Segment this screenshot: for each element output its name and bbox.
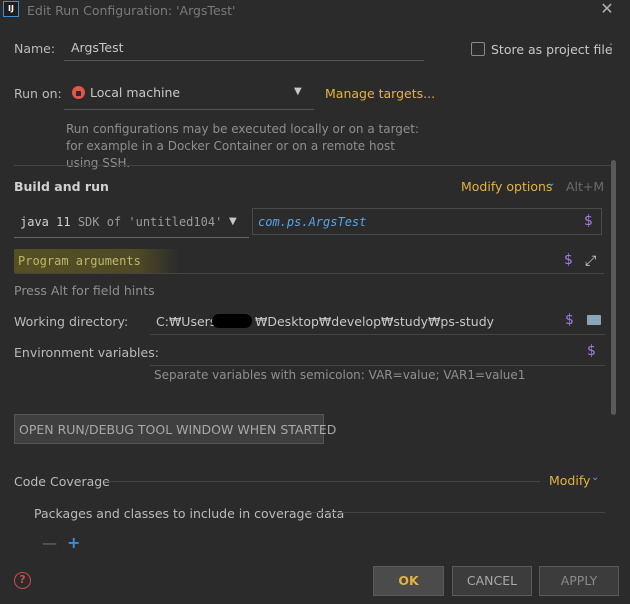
- jre-version: java 11: [20, 215, 71, 229]
- ok-button[interactable]: OK: [373, 566, 444, 596]
- chevron-down-icon[interactable]: ⌄: [591, 472, 599, 483]
- modify-options-shortcut: Alt+M: [566, 179, 605, 194]
- apply-button[interactable]: APPLY: [539, 566, 619, 596]
- cancel-button[interactable]: CANCEL: [452, 566, 532, 596]
- field-hint-text: Press Alt for field hints: [14, 283, 155, 298]
- section-divider: [104, 481, 540, 482]
- build-and-run-heading: Build and run: [14, 179, 109, 194]
- environment-variables-label: Environment variables:: [14, 345, 159, 360]
- jre-select[interactable]: java 11 SDK of 'untitled104' ▼: [14, 208, 249, 238]
- modify-options-link[interactable]: Modify options: [461, 179, 552, 194]
- store-as-project-file-checkbox[interactable]: [471, 42, 485, 56]
- insert-macro-icon[interactable]: $: [564, 252, 573, 268]
- insert-macro-icon[interactable]: $: [584, 213, 593, 229]
- open-run-debug-tool-window-option[interactable]: OPEN RUN/DEBUG TOOL WINDOW WHEN STARTED: [14, 414, 336, 444]
- insert-macro-icon[interactable]: $: [565, 312, 574, 328]
- dropdown-caret-icon: ▼: [294, 86, 302, 97]
- jre-sdk: SDK of 'untitled104': [77, 215, 223, 229]
- expand-icon[interactable]: ⤢: [585, 253, 596, 269]
- code-coverage-label: Code Coverage: [14, 474, 110, 489]
- intellij-app-icon: IJ: [3, 1, 19, 17]
- coverage-modify-link[interactable]: Modify: [549, 473, 590, 488]
- jre-value: java 11 SDK of 'untitled104': [20, 215, 222, 229]
- close-icon[interactable]: ✕: [598, 0, 616, 18]
- dropdown-caret-icon: ▼: [229, 216, 237, 227]
- section-divider: [14, 165, 616, 166]
- remove-icon[interactable]: —: [42, 534, 57, 552]
- add-icon[interactable]: +: [67, 533, 80, 552]
- manage-targets-link[interactable]: Manage targets...: [325, 86, 435, 101]
- program-arguments-placeholder: Program arguments: [18, 254, 141, 268]
- store-as-project-file-label[interactable]: Store as project file: [491, 42, 613, 57]
- insert-macro-icon[interactable]: $: [587, 343, 596, 359]
- more-options-icon[interactable]: ⋮: [605, 41, 617, 55]
- run-on-select[interactable]: Local machine ▼: [64, 80, 314, 110]
- chevron-down-icon[interactable]: ⌄: [547, 178, 555, 189]
- program-arguments-input[interactable]: Program arguments $ ⤢: [14, 248, 604, 274]
- section-divider: [305, 512, 605, 513]
- redaction-mark: [212, 314, 252, 328]
- title-bar: IJ Edit Run Configuration: 'ArgsTest' ✕: [0, 0, 630, 22]
- environment-variables-hint: Separate variables with semicolon: VAR=v…: [154, 368, 526, 382]
- working-directory-label: Working directory:: [14, 314, 129, 329]
- folder-icon[interactable]: [587, 315, 601, 325]
- window-title: Edit Run Configuration: 'ArgsTest': [27, 3, 236, 18]
- environment-variables-input[interactable]: $: [150, 339, 605, 366]
- name-input[interactable]: ArgsTest: [64, 37, 424, 61]
- local-machine-icon: [72, 86, 85, 99]
- coverage-packages-label: Packages and classes to include in cover…: [34, 506, 345, 521]
- run-on-value: Local machine: [90, 85, 181, 100]
- main-class-value: com.ps.ArgsTest: [258, 215, 367, 229]
- name-label: Name:: [14, 41, 56, 56]
- main-class-input[interactable]: com.ps.ArgsTest $: [252, 208, 602, 235]
- help-icon[interactable]: ?: [14, 572, 31, 589]
- working-directory-input[interactable]: C:₩Users₩ ₩Desktop₩develop₩study₩ps-stud…: [150, 308, 605, 335]
- scrollbar-thumb[interactable]: [611, 160, 616, 415]
- run-on-label: Run on:: [14, 86, 62, 101]
- working-directory-value-suffix: ₩Desktop₩develop₩study₩ps-study: [255, 314, 495, 329]
